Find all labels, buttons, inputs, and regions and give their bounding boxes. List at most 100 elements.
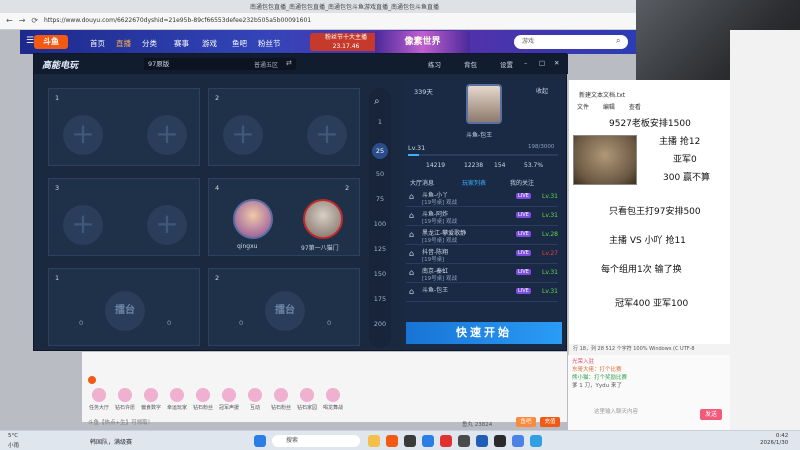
collapse-button[interactable]: 收起 <box>536 86 548 95</box>
player-avatar[interactable] <box>303 199 343 239</box>
list-item[interactable]: ⌂ 抖音-陈翔 [19号桌] LIVE Lv.27 <box>406 245 558 264</box>
table-slot-occupied[interactable]: 4 2 qingxu 97第一八猫门 <box>208 178 360 256</box>
browser-tab-title[interactable]: 南通包包直播_南通包包直播_南通包包斗鱼游戏直播_南通包包斗鱼直播 <box>250 2 439 11</box>
yuba-button[interactable]: 鱼吧 <box>516 417 536 427</box>
level-option[interactable]: 200 <box>369 320 391 328</box>
tab-players[interactable]: 玩家列表 <box>462 178 486 187</box>
list-item[interactable]: ⌂ 斗鱼-阿炸 [19号桌] 观战 LIVE Lv.31 <box>406 207 558 226</box>
news-widget[interactable]: 韩国队，满级赛 <box>90 437 132 446</box>
level-option[interactable]: 50 <box>369 170 391 178</box>
weather-temp[interactable]: 5°C <box>8 433 18 439</box>
weather-desc[interactable]: 小雨 <box>8 441 19 449</box>
windows-start-icon[interactable] <box>254 435 266 447</box>
menu-icon[interactable]: ☰ <box>26 36 34 46</box>
plus-icon[interactable]: + <box>223 115 263 155</box>
maximize-icon[interactable]: □ <box>539 59 545 67</box>
practice-button[interactable]: 练习 <box>428 59 441 69</box>
level-option[interactable]: 150 <box>369 270 391 278</box>
gift-item[interactable]: 钻石粉丝 <box>270 388 292 411</box>
system-clock[interactable]: 0:42 2026/1/30 <box>760 433 788 447</box>
plus-icon[interactable]: + <box>147 205 187 245</box>
plus-icon[interactable]: + <box>63 205 103 245</box>
level-option[interactable]: 75 <box>369 195 391 203</box>
list-item[interactable]: ⌂ 南京-秦虹 [19号桌] 观战 LIVE Lv.31 <box>406 264 558 283</box>
quick-start-button[interactable]: 快速开始 <box>406 322 562 344</box>
level-option[interactable]: 125 <box>369 245 391 253</box>
gift-item[interactable]: 互动 <box>244 388 266 411</box>
level-option-selected[interactable]: 25 <box>372 143 388 159</box>
level-option[interactable]: 100 <box>369 220 391 228</box>
settings-button[interactable]: 设置 <box>500 59 513 69</box>
nav-category[interactable]: 分类 <box>142 38 157 49</box>
folder-icon[interactable] <box>368 435 380 447</box>
promo-banner[interactable]: 像素世界 <box>375 31 470 53</box>
app-icon[interactable] <box>530 435 542 447</box>
app-icon[interactable] <box>494 435 506 447</box>
app-icon[interactable] <box>404 435 416 447</box>
app-icon[interactable] <box>512 435 524 447</box>
exp-bar <box>408 154 558 156</box>
arena-slot[interactable]: 2 擂台 0 0 <box>208 268 360 346</box>
gift-item[interactable]: 偏食数字 <box>140 388 162 411</box>
nav-yuba[interactable]: 鱼吧 <box>232 38 247 49</box>
gift-item[interactable]: 冠军声援 <box>218 388 240 411</box>
tab-following[interactable]: 我的关注 <box>510 178 534 187</box>
app-icon[interactable] <box>476 435 488 447</box>
live-badge: LIVE <box>516 250 531 256</box>
edge-icon[interactable] <box>422 435 434 447</box>
gift-item[interactable]: 任务大厅 <box>88 388 110 411</box>
minimize-icon[interactable]: – <box>524 59 527 67</box>
fan-fest-badge[interactable]: 粉丝节十大主播 23.17.46 <box>310 33 382 51</box>
plus-icon[interactable]: + <box>307 115 347 155</box>
list-item[interactable]: ⌂ 黑龙江-攀爱歌静 [19号桌] 观战 LIVE Lv.28 <box>406 226 558 245</box>
search-icon[interactable]: ⌕ <box>616 36 620 46</box>
chat-input[interactable]: 这里输入聊天内容 <box>594 407 638 415</box>
player-avatar[interactable] <box>233 199 273 239</box>
app-icon[interactable] <box>458 435 470 447</box>
level-selector: ⌕ 1 25 50 75 100 125 150 175 200 <box>369 88 391 348</box>
list-item-sub: [19号桌] <box>422 257 445 263</box>
fish-balance: 鱼丸 23824 <box>462 422 493 428</box>
server-label[interactable]: 普通五区 <box>254 60 278 69</box>
notepad-filename[interactable]: 新建文本文档.txt <box>579 90 625 99</box>
plus-icon[interactable]: + <box>147 115 187 155</box>
table-slot[interactable]: 1 + + <box>48 88 200 166</box>
close-icon[interactable]: ✕ <box>554 59 559 67</box>
list-item[interactable]: ⌂ 斗鱼-包王 LIVE Lv.31 <box>406 283 558 302</box>
app-icon[interactable] <box>440 435 452 447</box>
recharge-button[interactable]: 充值 <box>540 417 560 427</box>
list-item[interactable]: ⌂ 斗鱼-小丫 [19号桌] 观战 LIVE Lv.31 <box>406 188 558 207</box>
level-option[interactable]: 175 <box>369 295 391 303</box>
plus-icon[interactable]: + <box>63 115 103 155</box>
send-button[interactable]: 发送 <box>700 409 722 420</box>
nav-fan-fest[interactable]: 粉丝节 <box>258 38 281 49</box>
arena-slot[interactable]: 1 擂台 0 0 <box>48 268 200 346</box>
nav-arrows-icon[interactable]: ←→⟳ <box>6 16 44 25</box>
nav-home[interactable]: 首页 <box>90 38 105 49</box>
nav-games[interactable]: 游戏 <box>202 38 217 49</box>
douyu-logo[interactable]: 斗鱼 <box>34 35 68 49</box>
gift-item[interactable]: 幸运玩家 <box>166 388 188 411</box>
douyu-icon[interactable] <box>386 435 398 447</box>
gift-icon[interactable] <box>88 376 96 384</box>
search-icon[interactable]: ⌕ <box>374 96 380 107</box>
url-field[interactable]: https://www.douyu.com/6622670dyshid=21e9… <box>44 17 311 24</box>
level-option[interactable]: 1 <box>369 118 391 126</box>
profile-avatar[interactable] <box>466 84 502 124</box>
swap-icon[interactable]: ⇄ <box>286 59 292 67</box>
tab-lobby[interactable]: 大厅消息 <box>410 178 434 187</box>
search-input[interactable]: 游戏 <box>514 35 628 49</box>
gift-item[interactable]: 钻石家园 <box>296 388 318 411</box>
table-slot[interactable]: 3 + + <box>48 178 200 256</box>
clock-time: 0:42 <box>775 433 789 439</box>
gift-item[interactable]: 钻石许愿 <box>114 388 136 411</box>
arena-value: 0 <box>327 319 332 327</box>
notepad-menu[interactable]: 文件 编辑 查看 <box>577 102 641 111</box>
gift-item[interactable]: 钻石粉丝 <box>192 388 214 411</box>
nav-events[interactable]: 赛事 <box>174 38 189 49</box>
table-slot[interactable]: 2 + + <box>208 88 360 166</box>
gift-item[interactable]: 喝龙舞战 <box>322 388 344 411</box>
nav-live[interactable]: 直播 <box>116 38 131 49</box>
backpack-button[interactable]: 背包 <box>464 59 477 69</box>
taskbar-search[interactable]: 搜索 <box>272 435 360 447</box>
